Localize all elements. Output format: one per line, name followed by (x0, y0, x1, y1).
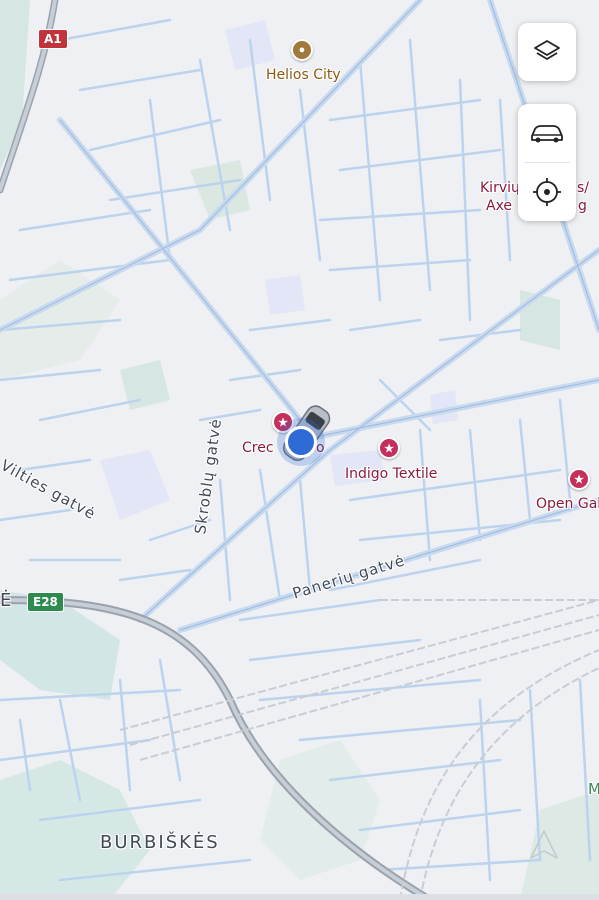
poi-label-axe[interactable]: Axe (486, 198, 512, 214)
vehicle-button[interactable] (518, 104, 576, 162)
district-label-edge: Ė (0, 590, 14, 611)
crosshair-icon (533, 178, 561, 206)
place-label-helios[interactable]: Helios City (266, 67, 341, 83)
road-shield-a1: A1 (38, 29, 68, 49)
map-watermark-letter: M (588, 780, 599, 798)
poi-pin-indigo-icon[interactable]: ★ (378, 437, 400, 459)
road-shield-e28: E28 (27, 592, 64, 612)
poi-label-axe-tail[interactable]: g (578, 198, 587, 214)
poi-label-kirviu-tail[interactable]: s/ (577, 180, 589, 196)
district-label-burbiskes: BURBIŠKĖS (100, 832, 220, 853)
poi-pin-opengal-icon[interactable]: ★ (568, 468, 590, 490)
current-location-dot[interactable] (285, 426, 317, 458)
car-icon (531, 125, 563, 143)
poi-label-kirviu[interactable]: Kirvių (480, 180, 520, 196)
shopping-bag-icon[interactable]: ● (291, 39, 313, 61)
locate-button[interactable] (518, 163, 576, 221)
bottom-sheet-edge (0, 894, 599, 900)
layers-icon (534, 40, 560, 60)
vehicle-location-control[interactable] (518, 104, 576, 221)
layers-control[interactable] (518, 23, 576, 81)
compass-icon[interactable] (527, 828, 561, 862)
poi-label-indigo[interactable]: Indigo Textile (345, 466, 437, 482)
poi-label-opengal[interactable]: Open Gal (536, 496, 599, 512)
layers-button[interactable] (518, 23, 576, 81)
